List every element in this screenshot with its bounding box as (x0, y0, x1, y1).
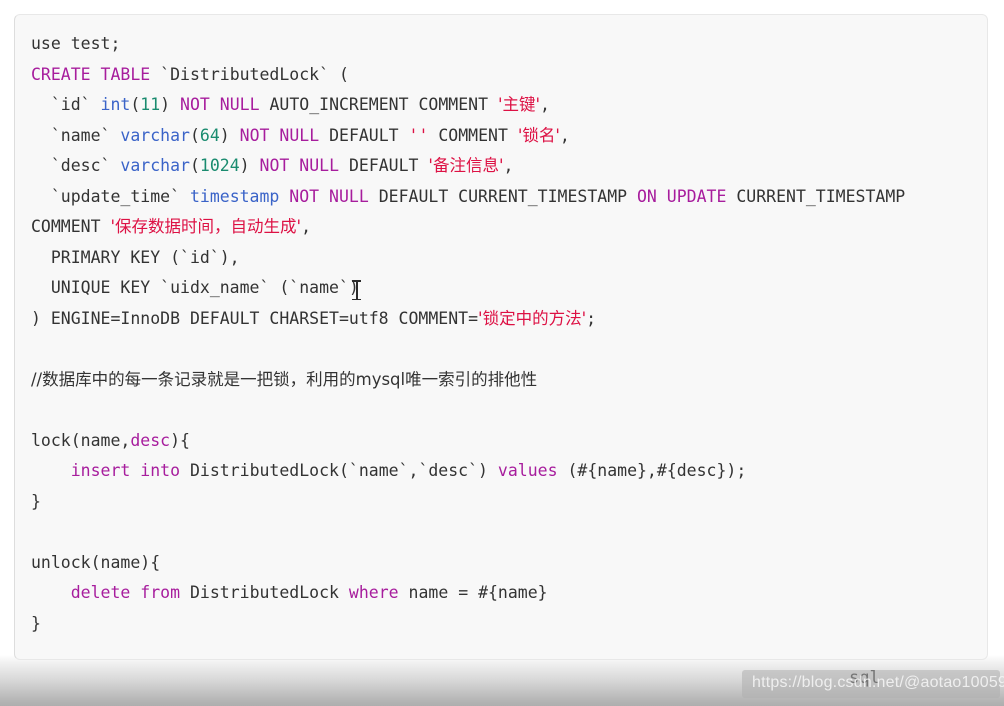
code-token: insert into (70, 461, 181, 480)
code-token: desc (130, 430, 171, 450)
code-token: DistributedLock(`name`,`desc`) (180, 461, 498, 480)
code-line: unlock(name){ (31, 553, 160, 572)
code-token: use test; (31, 34, 121, 53)
code-block[interactable]: use test; CREATE TABLE `DistributedLock`… (14, 14, 988, 660)
code-token: DEFAULT (339, 156, 429, 175)
code-token: `desc` (31, 156, 121, 175)
code-line: `id` int(11) NOT NULL AUTO_INCREMENT COM… (31, 95, 550, 114)
code-token: lock(name, (31, 430, 131, 450)
code-token: (#{name},#{desc}); (557, 461, 747, 480)
code-token: ) (160, 95, 181, 114)
code-token: NOT NULL (180, 95, 260, 114)
code-token: '锁名' (517, 125, 560, 145)
code-token: '' (408, 125, 429, 145)
code-token: '备注信息' (428, 156, 504, 175)
code-token: `id` (31, 95, 101, 114)
watermark-url: https://blog.csdn.net/@aotao100595 (752, 674, 1004, 691)
code-token: NOT NULL (259, 156, 340, 175)
code-token: ) (219, 125, 240, 145)
code-content[interactable]: use test; CREATE TABLE `DistributedLock`… (15, 29, 987, 639)
code-line: } (31, 614, 41, 633)
code-line: use test; (31, 34, 120, 53)
code-token: '锁定中的方法' (478, 308, 587, 328)
code-token: ){ (170, 430, 190, 450)
code-token: } (31, 613, 41, 633)
code-line: lock(name,desc){ (31, 431, 190, 450)
code-token: AUTO_INCREMENT COMMENT (259, 95, 498, 114)
code-token: ; (586, 308, 597, 328)
code-line: `name` varchar(64) NOT NULL DEFAULT '' C… (31, 126, 570, 145)
code-line: insert into DistributedLock(`name`,`desc… (31, 461, 747, 480)
code-token: ( (189, 156, 200, 175)
code-token: int (100, 95, 131, 114)
code-line: delete from DistributedLock where name =… (31, 583, 548, 602)
code-token: unlock(name){ (31, 552, 161, 572)
code-token: CREATE TABLE (31, 64, 151, 84)
code-token: ) ENGINE=InnoDB DEFAULT CHARSET=utf8 COM… (31, 308, 479, 328)
code-token: timestamp (189, 186, 280, 206)
code-token: `name` (31, 125, 121, 145)
code-token: ) (239, 156, 260, 175)
code-token: varchar (120, 156, 190, 175)
code-token: 1024 (199, 156, 240, 175)
code-token: name = #{name} (398, 583, 548, 602)
code-token: values (497, 461, 558, 480)
code-line: //数据库中的每一条记录就是一把锁，利用的mysql唯一索引的排他性 (31, 370, 537, 389)
code-line: UNIQUE KEY `uidx_name` (`name`) (31, 278, 359, 297)
code-token: varchar (120, 125, 190, 145)
code-line: ) ENGINE=InnoDB DEFAULT CHARSET=utf8 COM… (31, 309, 596, 328)
code-token: , (540, 95, 550, 114)
code-token: ON UPDATE (637, 186, 727, 206)
code-line: `update_time` timestamp NOT NULL DEFAULT… (31, 187, 915, 237)
code-token: `update_time` (31, 186, 190, 206)
code-token: '保存数据时间，自动生成' (110, 217, 302, 236)
code-token: NOT NULL (239, 125, 320, 145)
code-token: //数据库中的每一条记录就是一把锁，利用的mysql唯一索引的排他性 (31, 369, 538, 389)
code-token: COMMENT (428, 125, 518, 145)
code-line: PRIMARY KEY (`id`), (31, 248, 240, 267)
code-token: '主键' (497, 95, 541, 114)
code-token: ( (189, 125, 200, 145)
page-root: use test; CREATE TABLE `DistributedLock`… (0, 0, 1004, 706)
code-token: , (503, 156, 514, 175)
code-token: DEFAULT (319, 125, 409, 145)
code-token: , (301, 217, 311, 236)
code-token: ( (130, 95, 141, 114)
code-token: UNIQUE KEY `uidx_name` (`name`) (31, 278, 359, 297)
code-token: DEFAULT CURRENT_TIMESTAMP (368, 186, 637, 206)
code-token: where (348, 583, 399, 602)
code-token: delete from (70, 583, 181, 602)
code-token: DistributedLock (180, 583, 349, 602)
code-token: 11 (140, 95, 161, 114)
code-token: 64 (199, 125, 220, 145)
code-token: } (31, 491, 41, 511)
code-token: NOT NULL (289, 186, 369, 206)
code-line: CREATE TABLE `DistributedLock` ( (31, 65, 349, 84)
code-token: `DistributedLock` ( (150, 64, 349, 84)
code-token: PRIMARY KEY (`id`), (31, 247, 240, 267)
code-line: } (31, 492, 41, 511)
code-line: `desc` varchar(1024) NOT NULL DEFAULT '备… (31, 156, 514, 175)
code-token: , (559, 125, 570, 145)
